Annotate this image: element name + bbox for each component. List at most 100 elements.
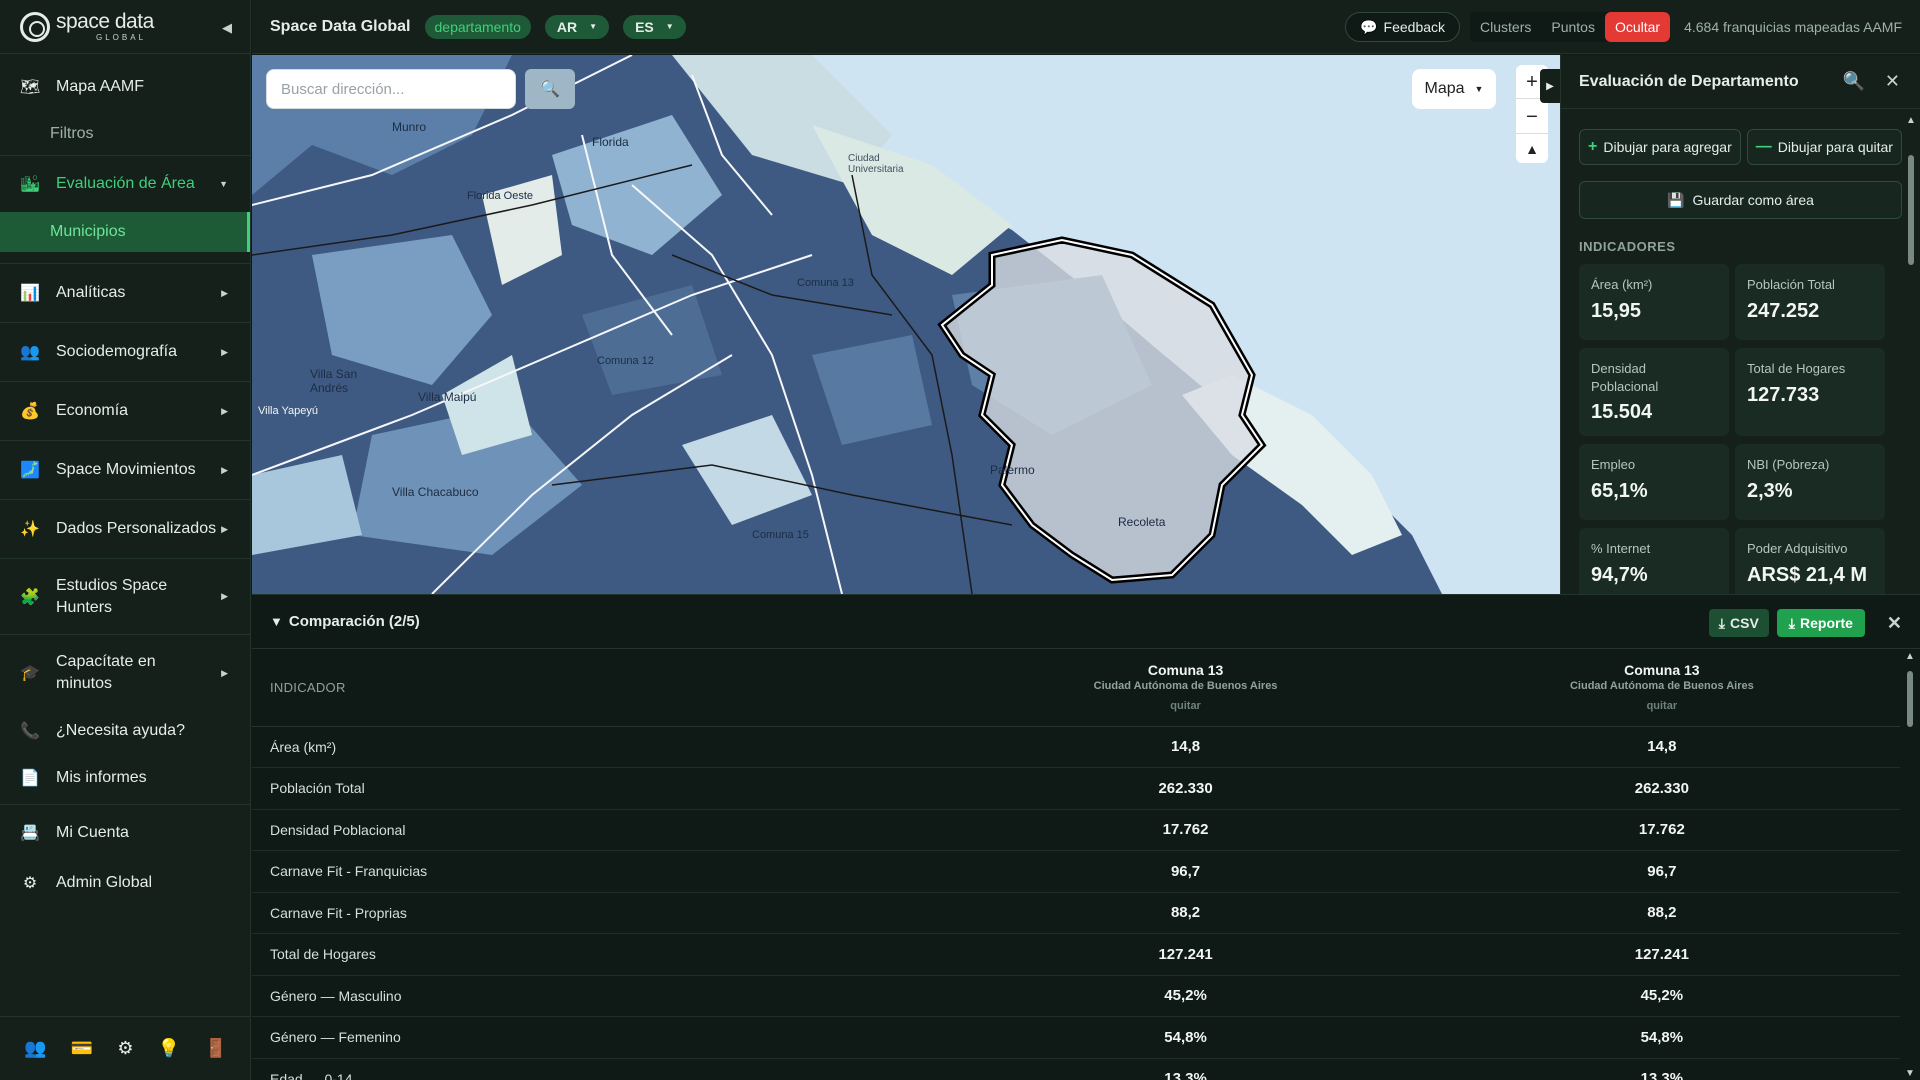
indicator-value: 65,1% bbox=[1591, 479, 1648, 502]
country-select[interactable]: AR ▼ bbox=[544, 14, 610, 39]
indicator-card: Población Total 247.252 bbox=[1735, 264, 1885, 340]
feedback-button[interactable]: 💬 Feedback bbox=[1345, 12, 1461, 42]
table-row: Área (km²) 14,8 14,8 bbox=[252, 726, 1900, 768]
value-cell: 262.330 bbox=[1158, 779, 1213, 797]
clusters-toggle[interactable]: Clusters bbox=[1470, 12, 1541, 42]
indicator-cards: Área (km²) 15,95 Población Total 247.252… bbox=[1561, 264, 1920, 594]
column-header: Comuna 13 Ciudad Autónoma de Buenos Aire… bbox=[947, 649, 1423, 726]
remove-column-link[interactable]: quitar bbox=[947, 700, 1423, 712]
search-icon[interactable]: 🔍 bbox=[1842, 71, 1864, 92]
indicator-cell: Área (km²) bbox=[270, 738, 337, 755]
comparison-table: INDICADOR Comuna 13 Ciudad Autónoma de B… bbox=[252, 649, 1900, 1080]
door-icon[interactable]: 🚪 bbox=[204, 1038, 226, 1059]
lightbulb-icon[interactable]: 💡 bbox=[158, 1038, 180, 1059]
language-select[interactable]: ES ▼ bbox=[623, 14, 686, 39]
search-icon: 🔍 bbox=[540, 81, 560, 98]
sidebar-item-capacitate[interactable]: 🎓 Capacítate en minutos ▶ bbox=[0, 635, 250, 711]
scroll-up-icon[interactable]: ▲ bbox=[1906, 115, 1916, 126]
country-label: AR bbox=[556, 18, 578, 35]
draw-remove-button[interactable]: — Dibujar para quitar bbox=[1746, 129, 1902, 165]
download-icon: ⤓ bbox=[1788, 614, 1795, 631]
points-toggle[interactable]: Puntos bbox=[1541, 12, 1605, 42]
sidebar-item-estudios-space-hunters[interactable]: 🧩 Estudios Space Hunters ▶ bbox=[0, 559, 250, 635]
users-icon[interactable]: 👥 bbox=[24, 1038, 46, 1059]
indicator-cell: Género — Masculino bbox=[270, 987, 402, 1004]
report-label: Reporte bbox=[1800, 615, 1853, 631]
account-icon: 📇 bbox=[20, 825, 40, 842]
map-type-select[interactable]: Mapa ▼ bbox=[1412, 69, 1496, 109]
draw-add-button[interactable]: + Dibujar para agregar bbox=[1579, 129, 1741, 165]
credit-card-icon[interactable]: 💳 bbox=[71, 1038, 93, 1059]
address-search-input[interactable]: Buscar dirección... bbox=[266, 69, 516, 109]
collapse-sidebar-icon[interactable]: ◀ bbox=[222, 20, 232, 36]
indicator-value: 15,95 bbox=[1591, 299, 1642, 322]
sidebar-item-mi-cuenta[interactable]: 📇 Mi Cuenta bbox=[0, 805, 250, 861]
indicator-cell: Densidad Poblacional bbox=[270, 821, 406, 838]
sidebar-item-admin-global[interactable]: ⚙ Admin Global bbox=[0, 861, 250, 905]
indicator-card: NBI (Pobreza) 2,3% bbox=[1735, 444, 1885, 521]
map-label: Recoleta bbox=[1118, 515, 1166, 529]
sidebar-item-label: Dados Personalizados bbox=[56, 520, 217, 537]
sidebar-item-dados-personalizados[interactable]: ✨ Dados Personalizados ▶ bbox=[0, 500, 250, 559]
sidebar-item-space-movimientos[interactable]: 🗾 Space Movimientos ▶ bbox=[0, 441, 250, 500]
search-button[interactable]: 🔍 bbox=[525, 69, 575, 109]
indicator-value: ARS$ 21,4 M bbox=[1747, 563, 1868, 586]
map-view[interactable]: Munro Florida Florida Oeste Villa San An… bbox=[252, 55, 1560, 594]
scroll-thumb[interactable] bbox=[1908, 155, 1914, 265]
sidebar-item-label: ¿Necesita ayuda? bbox=[56, 722, 185, 739]
map-label: Comuna 12 bbox=[597, 355, 654, 367]
column-region: Ciudad Autónoma de Buenos Aires bbox=[1569, 680, 1754, 693]
indicator-label: Área (km²) bbox=[1591, 277, 1653, 292]
save-area-button[interactable]: 💾 Guardar como área bbox=[1579, 181, 1902, 219]
graduation-icon: 🎓 bbox=[20, 665, 40, 682]
sidebar-item-mis-informes[interactable]: 📄 Mis informes bbox=[0, 751, 250, 805]
sidebar-item-sociodemografia[interactable]: 👥 Sociodemografía ▶ bbox=[0, 323, 250, 382]
hide-toggle[interactable]: Ocultar bbox=[1604, 12, 1671, 42]
sidebar-item-filtros[interactable]: Filtros bbox=[0, 120, 250, 156]
indicator-card: Densidad Poblacional 15.504 bbox=[1579, 348, 1729, 437]
panel-toggle-icon[interactable]: ▶ bbox=[1540, 69, 1560, 103]
value-cell: 127.241 bbox=[1158, 945, 1213, 963]
collapse-triangle-icon[interactable]: ▼ bbox=[270, 614, 283, 629]
csv-download-button[interactable]: ⤓ CSV bbox=[1708, 609, 1769, 637]
comparison-header[interactable]: ▼ Comparación (2/5) ⤓ CSV ⤓ Reporte ✕ bbox=[252, 595, 1920, 649]
scroll-thumb[interactable] bbox=[1907, 671, 1913, 727]
level-badge[interactable]: departamento bbox=[424, 14, 531, 39]
close-icon[interactable]: ✕ bbox=[1885, 71, 1900, 92]
settings-icon[interactable]: ⚙ bbox=[117, 1038, 133, 1059]
comparison-scrollbar[interactable]: ▲ ▼ bbox=[1904, 649, 1916, 1080]
sidebar-item-label: Evaluación de Área bbox=[56, 175, 195, 192]
indicator-cell: Edad — 0-14 bbox=[270, 1070, 353, 1080]
indicator-label: Poder Adquisitivo bbox=[1747, 541, 1848, 557]
map-icon: 🗺 bbox=[19, 79, 41, 96]
remove-column-link[interactable]: quitar bbox=[1424, 700, 1900, 712]
sidebar-item-economia[interactable]: 💰 Economía ▶ bbox=[0, 382, 250, 441]
compass-icon[interactable]: ▲ bbox=[1516, 137, 1548, 161]
sidebar-item-evaluacion-area[interactable]: 🏙 Evaluación de Área ▼ bbox=[0, 156, 250, 212]
sidebar-item-label: Economía bbox=[56, 402, 129, 419]
csv-label: CSV bbox=[1730, 615, 1759, 631]
value-cell: 13,3% bbox=[1164, 1070, 1207, 1080]
indicator-label: NBI (Pobreza) bbox=[1747, 457, 1830, 473]
map-canvas[interactable] bbox=[252, 55, 1560, 594]
sidebar-item-municipios[interactable]: Municipios bbox=[0, 212, 250, 252]
map-label: Comuna 15 bbox=[752, 529, 809, 541]
scroll-up-icon[interactable]: ▲ bbox=[1905, 651, 1915, 662]
value-cell: 45,2% bbox=[1640, 987, 1684, 1005]
indicator-value: 2,3% bbox=[1747, 479, 1793, 502]
sidebar-item-analiticas[interactable]: 📊 Analíticas ▶ bbox=[0, 264, 250, 323]
zoom-out-button[interactable]: − bbox=[1516, 102, 1548, 134]
sidebar-item-mapa-aamf[interactable]: 🗺 Mapa AAMF bbox=[0, 54, 250, 120]
panel-scrollbar[interactable]: ▲ bbox=[1906, 115, 1916, 590]
report-download-button[interactable]: ⤓ Reporte bbox=[1776, 609, 1865, 637]
panel-title: Evaluación de Departamento bbox=[1579, 72, 1799, 90]
brand[interactable]: space data GLOBAL ◀ bbox=[0, 0, 250, 54]
indicator-label: Población Total bbox=[1747, 277, 1835, 292]
value-cell: 17.762 bbox=[1162, 821, 1209, 839]
sidebar-item-ayuda[interactable]: 📞 ¿Necesita ayuda? bbox=[0, 711, 250, 751]
close-icon[interactable]: ✕ bbox=[1887, 613, 1902, 634]
table-row: Género — Masculino 45,2% 45,2% bbox=[252, 975, 1900, 1017]
indicator-label: Total de Hogares bbox=[1747, 361, 1846, 376]
scroll-down-icon[interactable]: ▼ bbox=[1905, 1068, 1915, 1079]
column-header: Comuna 13 Ciudad Autónoma de Buenos Aire… bbox=[1424, 649, 1900, 726]
